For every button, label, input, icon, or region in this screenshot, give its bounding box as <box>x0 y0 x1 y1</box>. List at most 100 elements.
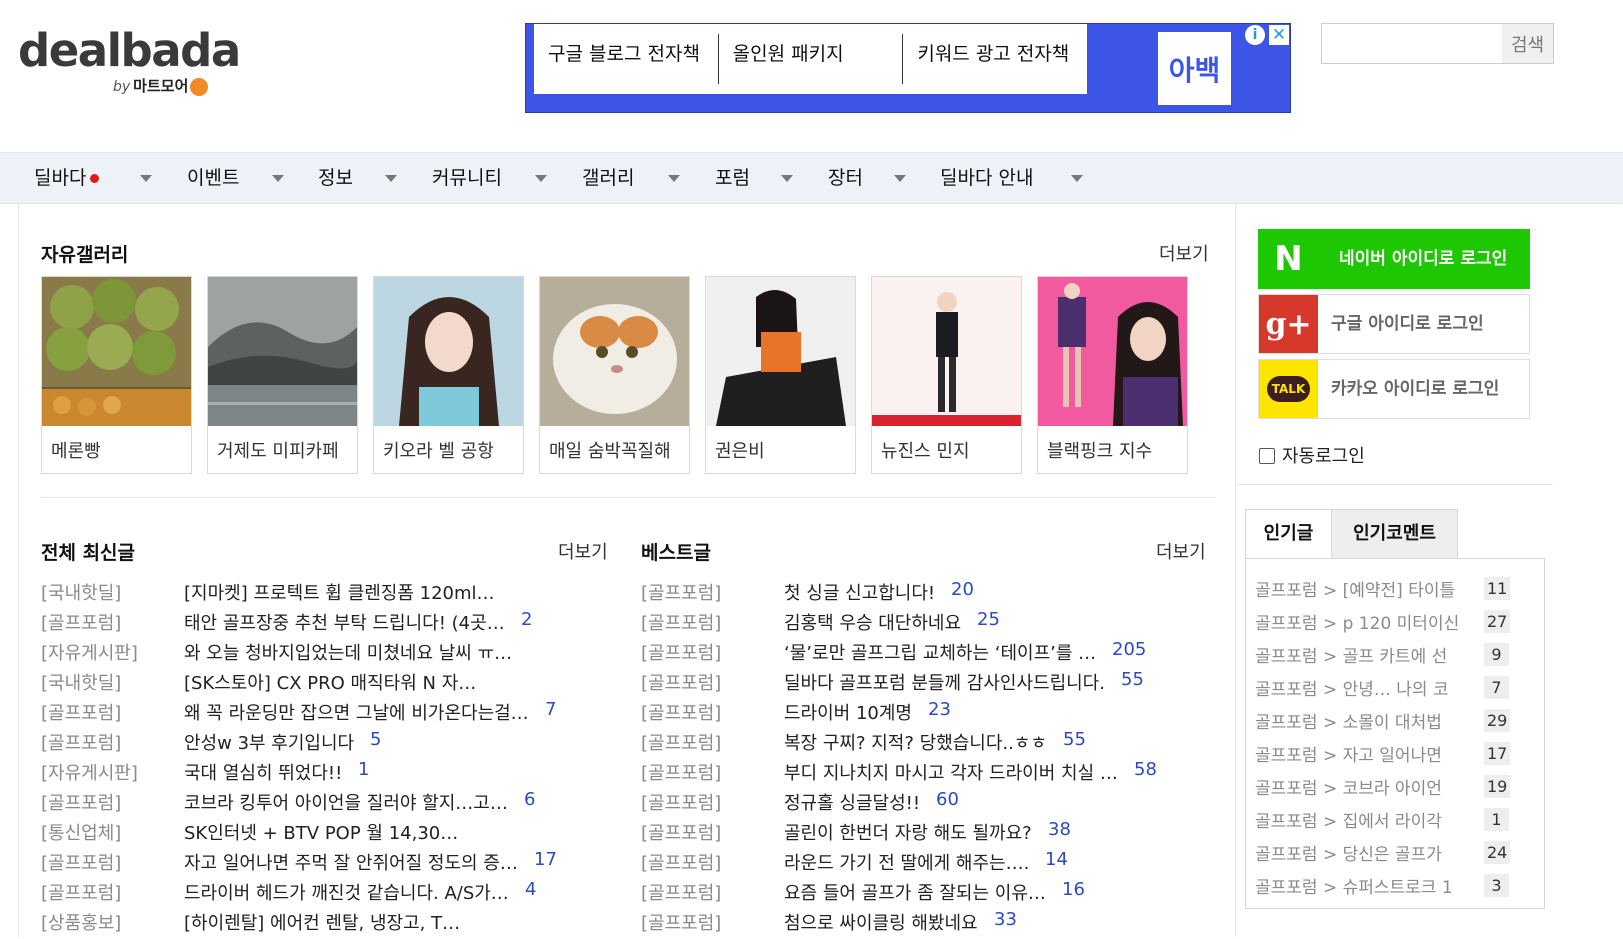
ad-link-ebook-keyword[interactable]: 키워드 광고 전자책 <box>903 34 1087 84</box>
post-title[interactable]: 복장 구찌? 지적? 당했습니다..ㅎㅎ <box>784 729 1047 755</box>
post-category[interactable]: [골프포럼] <box>641 879 721 905</box>
nav-item-community[interactable]: 커뮤니티 <box>432 153 502 203</box>
post-row[interactable]: [골프포럼] 자고 일어나면 주먹 잘 안쥐어질 정도의 증… 17 <box>41 849 601 879</box>
comment-count[interactable]: 38 <box>1048 819 1071 840</box>
comment-count[interactable]: 58 <box>1134 759 1157 780</box>
post-category[interactable]: [상품홍보] <box>41 909 121 935</box>
popular-item[interactable]: 골프포럼 > 소몰이 대처법 29 <box>1255 708 1535 738</box>
post-category[interactable]: [골프포럼] <box>641 729 721 755</box>
comment-count[interactable]: 7 <box>545 699 556 720</box>
post-category[interactable]: [골프포럼] <box>641 759 721 785</box>
nav-item-dealbada[interactable]: 딜바다 <box>34 153 100 203</box>
gallery-item[interactable]: 메론빵 <box>41 276 192 474</box>
post-category[interactable]: [자유게시판] <box>41 639 138 665</box>
post-title[interactable]: [SK스토아] CX PRO 매직타워 N 자… <box>184 669 476 695</box>
post-row[interactable]: [상품홍보] [하이렌탈] 에어컨 렌탈, 냉장고, T… <box>41 909 601 939</box>
google-login-button[interactable]: g+ 구글 아이디로 로그인 <box>1258 294 1530 354</box>
nav-item-market[interactable]: 장터 <box>828 153 863 203</box>
comment-count[interactable]: 5 <box>370 729 381 750</box>
post-title[interactable]: 국대 열심히 뛰었다!! <box>184 759 342 785</box>
post-title[interactable]: 첨으로 싸이클링 해봤네요 <box>784 909 978 935</box>
close-icon[interactable]: ✕ <box>1269 25 1289 45</box>
popular-item[interactable]: 골프포럼 > 코브라 아이언 19 <box>1255 774 1535 804</box>
post-title[interactable]: 태안 골프장중 추천 부탁 드립니다! (4곳… <box>184 609 505 635</box>
post-category[interactable]: [골프포럼] <box>641 699 721 725</box>
post-title[interactable]: 코브라 킹투어 아이언을 질러야 할지…고… <box>184 789 508 815</box>
chevron-down-icon[interactable] <box>668 175 680 182</box>
post-category[interactable]: [골프포럼] <box>641 639 721 665</box>
post-row[interactable]: [국내핫딜] [SK스토아] CX PRO 매직타워 N 자… <box>41 669 601 699</box>
post-category[interactable]: [골프포럼] <box>41 879 121 905</box>
post-title[interactable]: ‘물’로만 골프그립 교체하는 ‘테이프’를 … <box>784 639 1096 665</box>
auto-login-checkbox[interactable] <box>1259 448 1275 464</box>
popular-item-title[interactable]: 골프포럼 > 당신은 골프가 <box>1255 840 1483 865</box>
post-row[interactable]: [골프포럼] 복장 구찌? 지적? 당했습니다..ㅎㅎ 55 <box>641 729 1201 759</box>
post-row[interactable]: [골프포럼] 첨으로 싸이클링 해봤네요 33 <box>641 909 1201 939</box>
post-row[interactable]: [골프포럼] 왜 꼭 라운딩만 잡으면 그날에 비가온다는걸… 7 <box>41 699 601 729</box>
comment-count[interactable]: 33 <box>994 909 1017 930</box>
post-category[interactable]: [골프포럼] <box>41 609 121 635</box>
post-row[interactable]: [국내핫딜] [지마켓] 프로텍트 휩 클렌징폼 120ml… <box>41 579 601 609</box>
nav-item-info[interactable]: 정보 <box>318 153 353 203</box>
post-row[interactable]: [골프포럼] 드라이버 헤드가 깨진것 같습니다. A/S가… 4 <box>41 879 601 909</box>
site-logo[interactable]: dealbada by 마트모어 <box>18 26 241 104</box>
naver-login-button[interactable]: N 네이버 아이디로 로그인 <box>1258 229 1530 289</box>
kakao-login-button[interactable]: TALK 카카오 아이디로 로그인 <box>1258 359 1530 419</box>
post-category[interactable]: [골프포럼] <box>641 849 721 875</box>
ad-logo[interactable]: 아백 <box>1158 32 1231 105</box>
post-row[interactable]: [골프포럼] 안성w 3부 후기입니다 5 <box>41 729 601 759</box>
auto-login[interactable]: 자동로그인 <box>1259 442 1365 468</box>
post-row[interactable]: [골프포럼] 부디 지나치지 마시고 각자 드라이버 치실 … 58 <box>641 759 1201 789</box>
popular-item-title[interactable]: 골프포럼 > 소몰이 대처법 <box>1255 708 1483 733</box>
popular-item-title[interactable]: 골프포럼 > p 120 미터이신 <box>1255 609 1483 634</box>
gallery-more-link[interactable]: 더보기 <box>1159 240 1209 266</box>
chevron-down-icon[interactable] <box>272 175 284 182</box>
post-category[interactable]: [국내핫딜] <box>41 579 121 605</box>
post-row[interactable]: [골프포럼] ‘물’로만 골프그립 교체하는 ‘테이프’를 … 205 <box>641 639 1201 669</box>
comment-count[interactable]: 23 <box>928 699 951 720</box>
post-row[interactable]: [골프포럼] 첫 싱글 신고합니다! 20 <box>641 579 1201 609</box>
nav-item-event[interactable]: 이벤트 <box>187 153 239 203</box>
best-more-link[interactable]: 더보기 <box>1156 538 1206 564</box>
comment-count[interactable]: 1 <box>358 759 369 780</box>
latest-more-link[interactable]: 더보기 <box>558 538 608 564</box>
post-category[interactable]: [국내핫딜] <box>41 669 121 695</box>
chevron-down-icon[interactable] <box>535 175 547 182</box>
post-row[interactable]: [자유게시판] 국대 열심히 뛰었다!! 1 <box>41 759 601 789</box>
tab-popular-posts[interactable]: 인기글 <box>1245 509 1332 559</box>
post-row[interactable]: [골프포럼] 정규홀 싱글달성!! 60 <box>641 789 1201 819</box>
comment-count[interactable]: 6 <box>524 789 535 810</box>
nav-item-gallery[interactable]: 갤러리 <box>582 153 634 203</box>
chevron-down-icon[interactable] <box>894 175 906 182</box>
popular-item-title[interactable]: 골프포럼 > 자고 일어나면 <box>1255 741 1483 766</box>
ad-banner[interactable]: 구글 블로그 전자책 올인원 패키지 키워드 광고 전자책 아백 i ✕ <box>525 23 1291 113</box>
post-category[interactable]: [골프포럼] <box>641 609 721 635</box>
post-row[interactable]: [통신업체] SK인터넷 + BTV POP 월 14,30… <box>41 819 601 849</box>
popular-item-title[interactable]: 골프포럼 > 골프 카트에 선 <box>1255 642 1483 667</box>
chevron-down-icon[interactable] <box>1071 175 1083 182</box>
popular-item[interactable]: 골프포럼 > 슈퍼스트로크 13 <box>1255 873 1535 903</box>
comment-count[interactable]: 55 <box>1121 669 1144 690</box>
gallery-item[interactable]: 거제도 미피카페 <box>207 276 358 474</box>
popular-item[interactable]: 골프포럼 > 집에서 라이각 1 <box>1255 807 1535 837</box>
post-title[interactable]: 첫 싱글 신고합니다! <box>784 579 935 605</box>
post-row[interactable]: [골프포럼] 태안 골프장중 추천 부탁 드립니다! (4곳… 2 <box>41 609 601 639</box>
comment-count[interactable]: 25 <box>977 609 1000 630</box>
post-row[interactable]: [골프포럼] 라운드 가기 전 딸에게 해주는…. 14 <box>641 849 1201 879</box>
comment-count[interactable]: 60 <box>936 789 959 810</box>
ad-link-ebook-blog[interactable]: 구글 블로그 전자책 <box>534 34 719 84</box>
popular-item-title[interactable]: 골프포럼 > 안녕… 나의 코 <box>1255 675 1483 700</box>
comment-count[interactable]: 20 <box>951 579 974 600</box>
gallery-item[interactable]: 블랙핑크 지수 <box>1037 276 1188 474</box>
post-category[interactable]: [골프포럼] <box>641 579 721 605</box>
post-row[interactable]: [골프포럼] 코브라 킹투어 아이언을 질러야 할지…고… 6 <box>41 789 601 819</box>
post-row[interactable]: [골프포럼] 김홍택 우승 대단하네요 25 <box>641 609 1201 639</box>
ad-link-package[interactable]: 올인원 패키지 <box>719 34 904 84</box>
post-row[interactable]: [골프포럼] 골린이 한번더 자랑 해도 될까요? 38 <box>641 819 1201 849</box>
post-title[interactable]: [지마켓] 프로텍트 휩 클렌징폼 120ml… <box>184 579 495 605</box>
nav-item-forum[interactable]: 포럼 <box>715 153 750 203</box>
post-title[interactable]: 김홍택 우승 대단하네요 <box>784 609 961 635</box>
popular-item-title[interactable]: 골프포럼 > 코브라 아이언 <box>1255 774 1483 799</box>
post-row[interactable]: [자유게시판] 와 오늘 청바지입었는데 미쳤네요 날씨 ㅠ… <box>41 639 601 669</box>
post-title[interactable]: 드라이버 10계명 <box>784 699 912 725</box>
